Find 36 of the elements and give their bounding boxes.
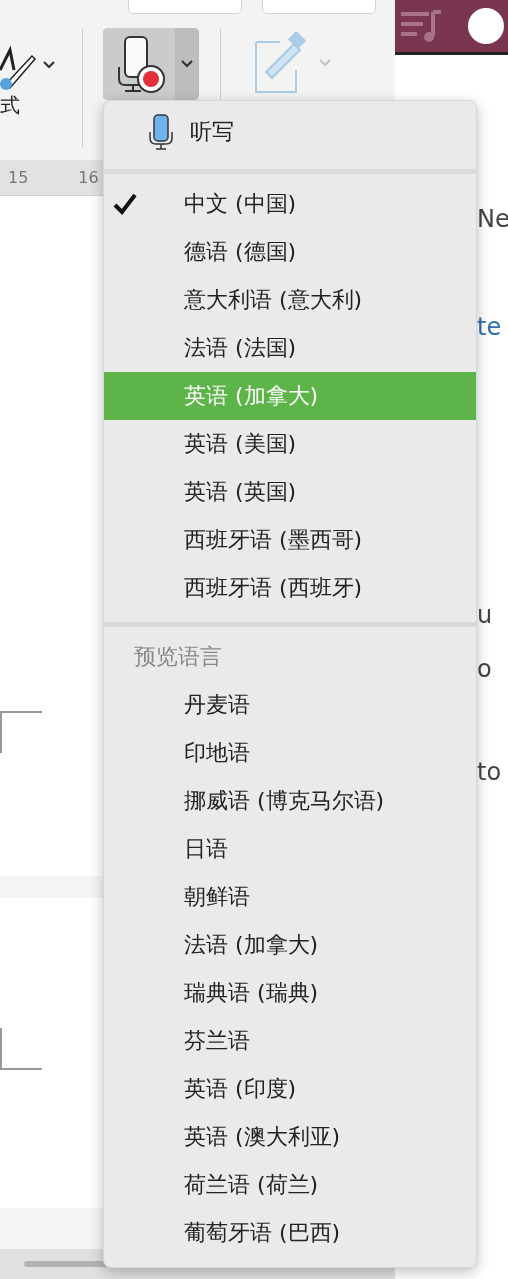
language-menu-item[interactable]: 法语 (法国) [104, 324, 476, 372]
language-menu-item[interactable]: 瑞典语 (瑞典) [104, 969, 476, 1017]
styles-label: 式 [0, 92, 20, 119]
language-menu-item[interactable]: 日语 [104, 825, 476, 873]
panel-text: o [476, 655, 493, 683]
avatar[interactable] [468, 8, 504, 44]
dictate-button[interactable] [103, 28, 199, 100]
language-menu-item[interactable]: 芬兰语 [104, 1017, 476, 1065]
dictate-menu-item[interactable]: 听写 [104, 101, 476, 163]
language-menu-item[interactable]: 葡萄牙语 (巴西) [104, 1209, 476, 1257]
language-menu-item[interactable]: 意大利语 (意大利) [104, 276, 476, 324]
language-menu-item[interactable]: 英语 (澳大利亚) [104, 1113, 476, 1161]
language-menu-item[interactable]: 西班牙语 (墨西哥) [104, 516, 476, 564]
panel-text: Ne [476, 205, 508, 233]
caret-icon [180, 59, 194, 69]
ruler-number: 15 [8, 168, 29, 187]
panel-text: u [476, 601, 494, 629]
ruler-number: 16 [78, 168, 99, 187]
margin-corner-mark [0, 711, 42, 753]
language-menu-item[interactable]: 丹麦语 [104, 681, 476, 729]
language-menu-item[interactable]: 法语 (加拿大) [104, 921, 476, 969]
section-heading: 预览语言 [133, 643, 223, 671]
language-menu-item[interactable]: 挪威语 (博克马尔语) [104, 777, 476, 825]
panel-text: to [476, 758, 503, 786]
language-menu-item[interactable]: 印地语 [104, 729, 476, 777]
caret-icon[interactable] [42, 60, 56, 70]
microphone-icon [148, 114, 174, 150]
language-menu-item[interactable]: 英语 (印度) [104, 1065, 476, 1113]
language-menu-item[interactable]: 朝鲜语 [104, 873, 476, 921]
margin-corner-mark [0, 1028, 42, 1070]
language-menu-item[interactable]: 德语 (德国) [104, 228, 476, 276]
language-menu-item[interactable]: 中文 (中国) [104, 180, 476, 228]
language-menu-item[interactable]: 英语 (美国) [104, 420, 476, 468]
language-menu-item[interactable]: 英语 (英国) [104, 468, 476, 516]
language-menu-item[interactable]: 荷兰语 (荷兰) [104, 1161, 476, 1209]
language-menu-item[interactable]: 西班牙语 (西班牙) [104, 564, 476, 612]
